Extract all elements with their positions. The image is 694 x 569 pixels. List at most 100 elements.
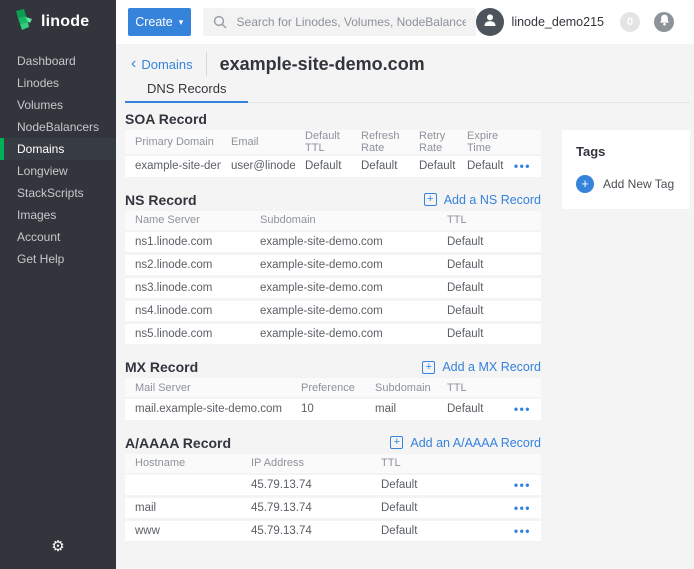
- column-header: Expire Time: [457, 130, 509, 155]
- add-new-tag-button[interactable]: + Add New Tag: [576, 175, 676, 193]
- avatar[interactable]: [476, 8, 504, 36]
- plus-box-icon: +: [422, 361, 435, 374]
- table-cell: mail: [365, 398, 437, 421]
- plus-box-icon: +: [424, 193, 437, 206]
- sidebar-item-domains[interactable]: Domains: [0, 138, 116, 160]
- sidebar-item-linodes[interactable]: Linodes: [0, 72, 116, 94]
- section-mx-record: MX Record + Add a MX Record: [125, 359, 541, 375]
- add-a-record-link[interactable]: + Add an A/AAAA Record: [390, 436, 541, 450]
- username[interactable]: linode_demo215: [512, 15, 604, 29]
- table-cell: ns4.linode.com: [125, 300, 250, 323]
- row-actions-menu[interactable]: •••: [514, 159, 531, 173]
- soa-table: Primary DomainEmailDefault TTLRefresh Ra…: [125, 130, 541, 180]
- actions-cell: •••: [509, 155, 541, 178]
- table-cell: 45.79.13.74: [241, 497, 371, 520]
- row-actions-menu[interactable]: •••: [514, 524, 531, 538]
- tab-dns-records[interactable]: DNS Records: [125, 81, 248, 103]
- search-input[interactable]: [203, 8, 476, 36]
- logo-icon: [13, 9, 34, 36]
- sidebar-item-volumes[interactable]: Volumes: [0, 94, 116, 116]
- section-title: MX Record: [125, 359, 198, 375]
- actions-cell: •••: [456, 520, 541, 543]
- table-cell: Default: [351, 155, 409, 178]
- table-row: www45.79.13.74Default•••: [125, 520, 541, 543]
- column-header: Preference: [291, 378, 365, 398]
- table-row: ns3.linode.comexample-site-demo.comDefau…: [125, 277, 541, 300]
- column-header: Mail Server: [125, 378, 291, 398]
- row-actions-menu[interactable]: •••: [514, 501, 531, 515]
- table-row: ns1.linode.comexample-site-demo.comDefau…: [125, 231, 541, 254]
- table-row: mail45.79.13.74Default•••: [125, 497, 541, 520]
- linode-logo[interactable]: linode: [0, 0, 116, 44]
- table-cell: 45.79.13.74: [241, 520, 371, 543]
- column-header: TTL: [437, 211, 541, 231]
- column-header: Primary Domain: [125, 130, 221, 155]
- column-header: TTL: [437, 378, 509, 398]
- section-soa-record: SOA Record: [125, 111, 541, 127]
- actions-cell: •••: [456, 474, 541, 497]
- sidebar-item-get-help[interactable]: Get Help: [0, 248, 116, 270]
- section-title: A/AAAA Record: [125, 435, 231, 451]
- table-cell: ns3.linode.com: [125, 277, 250, 300]
- table-cell: ns2.linode.com: [125, 254, 250, 277]
- table-cell: example-site-demo.com: [250, 254, 437, 277]
- sidebar-item-dashboard[interactable]: Dashboard: [0, 50, 116, 72]
- column-header: Hostname: [125, 454, 241, 474]
- sidebar-nav: DashboardLinodesVolumesNodeBalancersDoma…: [0, 50, 116, 523]
- table-row: ns2.linode.comexample-site-demo.comDefau…: [125, 254, 541, 277]
- table-cell: example-site-demo.com: [250, 323, 437, 346]
- column-header: Default TTL: [295, 130, 351, 155]
- settings-gear-icon[interactable]: ⚙: [51, 537, 64, 555]
- mx-table: Mail ServerPreferenceSubdomainTTLmail.ex…: [125, 378, 541, 423]
- table-cell: example-site-demo.com: [250, 300, 437, 323]
- row-actions-menu[interactable]: •••: [514, 478, 531, 492]
- search-icon: [213, 15, 227, 34]
- table-cell: example-site-demo.com: [125, 155, 221, 178]
- page-title: example-site-demo.com: [220, 54, 425, 75]
- sidebar-item-account[interactable]: Account: [0, 226, 116, 248]
- table-row: example-site-demo.comuser@linode.comDefa…: [125, 155, 541, 178]
- section-a-record: A/AAAA Record + Add an A/AAAA Record: [125, 435, 541, 451]
- tags-title: Tags: [576, 144, 676, 159]
- main-column: Create ▾: [116, 0, 694, 569]
- sidebar-item-images[interactable]: Images: [0, 204, 116, 226]
- sidebar-item-longview[interactable]: Longview: [0, 160, 116, 182]
- table-row: ns5.linode.comexample-site-demo.comDefau…: [125, 323, 541, 346]
- table-row: ns4.linode.comexample-site-demo.comDefau…: [125, 300, 541, 323]
- notifications-bell-button[interactable]: [654, 12, 674, 32]
- column-header: Name Server: [125, 211, 250, 231]
- sidebar-item-stackscripts[interactable]: StackScripts: [0, 182, 116, 204]
- table-cell: ns5.linode.com: [125, 323, 250, 346]
- add-mx-record-link[interactable]: + Add a MX Record: [422, 360, 541, 374]
- actions-column-header: [509, 130, 541, 155]
- add-new-tag-label: Add New Tag: [603, 177, 674, 191]
- table-cell: Default: [371, 474, 456, 497]
- notification-badge[interactable]: 0: [620, 12, 640, 32]
- a-table: HostnameIP AddressTTL45.79.13.74Default•…: [125, 454, 541, 545]
- table-cell: Default: [437, 254, 541, 277]
- plus-box-icon: +: [390, 436, 403, 449]
- actions-cell: •••: [509, 398, 541, 421]
- actions-cell: •••: [456, 497, 541, 520]
- table-cell: Default: [409, 155, 457, 178]
- table-cell: Default: [437, 398, 509, 421]
- create-button[interactable]: Create ▾: [128, 8, 191, 36]
- section-title: SOA Record: [125, 111, 207, 127]
- column-header: Subdomain: [250, 211, 437, 231]
- breadcrumb: ‹ Domains example-site-demo.com: [125, 52, 694, 76]
- table-cell: Default: [295, 155, 351, 178]
- add-ns-record-link[interactable]: + Add a NS Record: [424, 193, 541, 207]
- sidebar-item-nodebalancers[interactable]: NodeBalancers: [0, 116, 116, 138]
- breadcrumb-divider: [206, 52, 207, 76]
- table-cell: www: [125, 520, 241, 543]
- column-header: Subdomain: [365, 378, 437, 398]
- column-header: Refresh Rate: [351, 130, 409, 155]
- tags-panel: Tags + Add New Tag: [562, 130, 690, 209]
- breadcrumb-domains-link[interactable]: ‹ Domains: [131, 56, 193, 72]
- ns-table: Name ServerSubdomainTTLns1.linode.comexa…: [125, 211, 541, 348]
- row-actions-menu[interactable]: •••: [514, 402, 531, 416]
- user-menu: linode_demo215 0: [476, 8, 674, 36]
- app-window: linode DashboardLinodesVolumesNodeBalanc…: [0, 0, 694, 569]
- columns: SOA Record Primary DomainEmailDefault TT…: [125, 103, 694, 544]
- topbar: Create ▾: [116, 0, 694, 44]
